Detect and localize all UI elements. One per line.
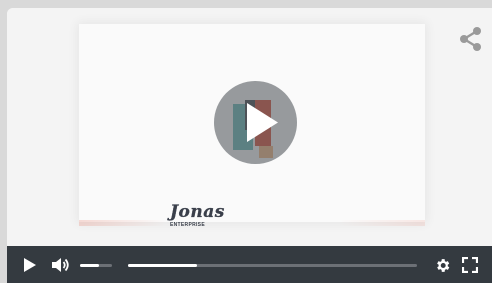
fullscreen-icon	[461, 256, 479, 274]
brand-subtitle: ENTERPRISE	[170, 222, 205, 228]
video-player[interactable]: Jonas ENTERPRISE	[7, 8, 492, 283]
volume-level	[80, 264, 99, 267]
gear-icon	[437, 259, 450, 272]
play-icon	[24, 258, 36, 272]
volume-icon	[52, 258, 69, 272]
seek-bar[interactable]	[128, 264, 417, 267]
mute-button[interactable]	[51, 256, 71, 274]
control-bar	[7, 246, 492, 283]
page-background: Jonas ENTERPRISE	[0, 0, 492, 283]
seek-progress	[128, 264, 197, 267]
video-stage[interactable]: Jonas ENTERPRISE	[7, 8, 492, 246]
brand-logo: Jonas ENTERPRISE	[170, 202, 240, 228]
share-icon	[460, 27, 481, 51]
big-play-button[interactable]	[214, 81, 297, 164]
volume-slider[interactable]	[80, 264, 112, 267]
poster-edge	[79, 220, 425, 226]
brand-name: Jonas	[170, 202, 225, 222]
fullscreen-button[interactable]	[461, 256, 479, 274]
play-button[interactable]	[22, 257, 38, 273]
settings-button[interactable]	[434, 257, 451, 274]
share-button[interactable]	[459, 26, 483, 52]
play-icon	[247, 103, 278, 142]
